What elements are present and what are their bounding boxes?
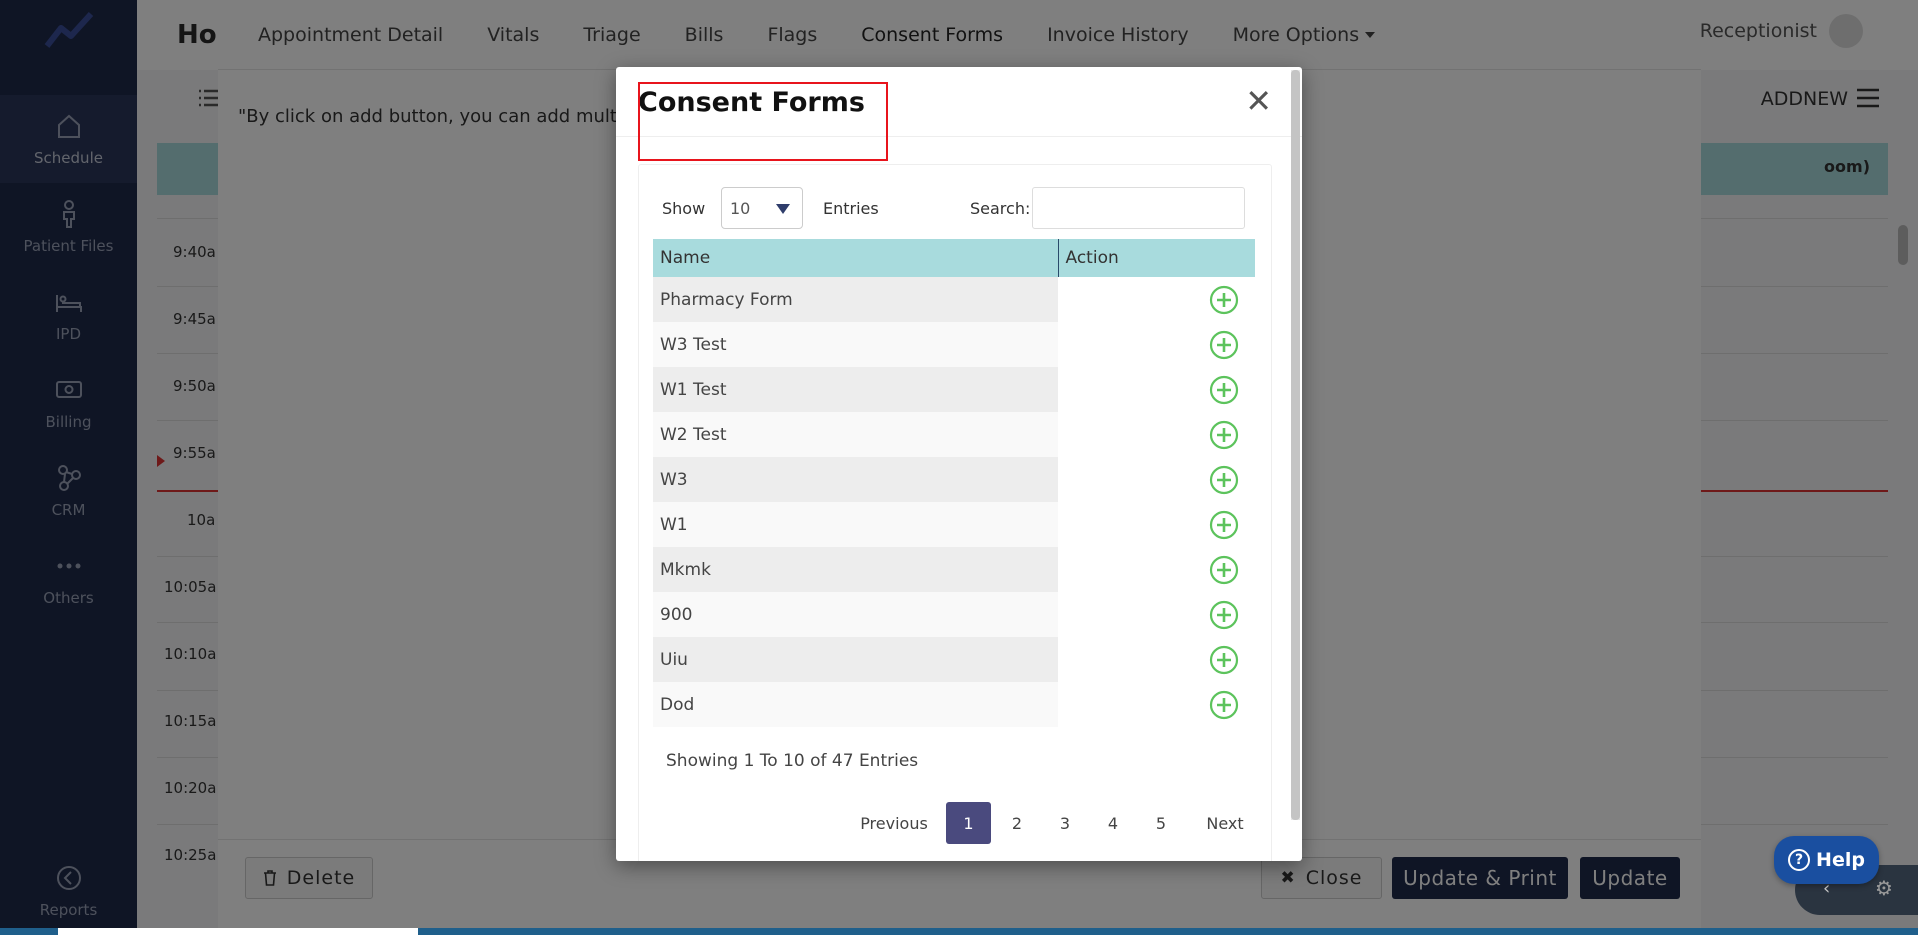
modal-scrollbar[interactable] [1291,70,1300,820]
consent-forms-modal: Consent Forms ✕ Show 10 Entries Search: … [616,67,1302,861]
pagination-next[interactable]: Next [1185,802,1265,844]
form-name-cell: Dod [653,682,1058,727]
pagination-page-5[interactable]: 5 [1137,802,1185,844]
add-circle-icon[interactable] [1209,555,1239,585]
form-name-cell: W3 [653,457,1058,502]
table-row: W1 Test [653,367,1255,412]
add-circle-icon[interactable] [1209,330,1239,360]
search-label: Search: [970,199,1031,218]
action-cell [1058,457,1255,502]
entries-per-page-value: 10 [730,198,751,218]
pagination-page-1[interactable]: 1 [946,802,991,844]
action-cell [1058,502,1255,547]
add-circle-icon[interactable] [1209,645,1239,675]
table-row: 900 [653,592,1255,637]
help-button[interactable]: ? Help [1774,836,1879,884]
table-header-row: Name Action [653,239,1255,277]
scrollbar-thumb[interactable] [1291,70,1300,820]
pagination-info: Showing 1 To 10 of 47 Entries [666,751,919,771]
action-cell [1058,682,1255,727]
action-cell [1058,412,1255,457]
consent-forms-table-card: Show 10 Entries Search: Name Action Phar… [638,164,1272,861]
search-input[interactable] [1032,187,1245,229]
table-controls: Show 10 Entries Search: [639,165,1273,237]
add-circle-icon[interactable] [1209,420,1239,450]
modal-title: Consent Forms [638,87,865,118]
entries-label: Entries [823,199,879,218]
gear-icon[interactable]: ⚙ [1875,876,1893,900]
pagination-page-2[interactable]: 2 [993,802,1041,844]
action-cell [1058,277,1255,322]
help-label: Help [1816,849,1865,871]
show-label: Show [662,199,706,218]
add-circle-icon[interactable] [1209,465,1239,495]
action-cell [1058,637,1255,682]
form-name-cell: Pharmacy Form [653,277,1058,322]
table-row: Pharmacy Form [653,277,1255,322]
table-row: W3 Test [653,322,1255,367]
action-cell [1058,367,1255,412]
form-name-cell: W3 Test [653,322,1058,367]
pagination: Previous 1 2 3 4 5 Next [844,802,1265,844]
table-row: W1 [653,502,1255,547]
dropdown-arrow-icon [776,204,790,214]
form-name-cell: Uiu [653,637,1058,682]
form-name-cell: W2 Test [653,412,1058,457]
table-row: Dod [653,682,1255,727]
entries-per-page-select[interactable]: 10 [721,187,803,229]
column-header-name[interactable]: Name [653,239,1059,277]
taskbar-strip [0,928,1918,935]
form-name-cell: Mkmk [653,547,1058,592]
form-name-cell: 900 [653,592,1058,637]
table-row: Uiu [653,637,1255,682]
help-icon: ? [1788,849,1811,871]
close-icon[interactable]: ✕ [1245,85,1272,117]
table-row: W3 [653,457,1255,502]
add-circle-icon[interactable] [1209,285,1239,315]
pagination-page-4[interactable]: 4 [1089,802,1137,844]
add-circle-icon[interactable] [1209,510,1239,540]
pagination-page-3[interactable]: 3 [1041,802,1089,844]
pagination-previous[interactable]: Previous [844,802,944,844]
form-name-cell: W1 [653,502,1058,547]
table-row: Mkmk [653,547,1255,592]
column-header-action[interactable]: Action [1058,239,1255,277]
table-row: W2 Test [653,412,1255,457]
add-circle-icon[interactable] [1209,690,1239,720]
action-cell [1058,592,1255,637]
add-circle-icon[interactable] [1209,375,1239,405]
add-circle-icon[interactable] [1209,600,1239,630]
modal-header: Consent Forms ✕ [616,67,1302,137]
consent-forms-table: Name Action Pharmacy Form W3 Test W1 Test W… [653,239,1255,727]
action-cell [1058,547,1255,592]
form-name-cell: W1 Test [653,367,1058,412]
action-cell [1058,322,1255,367]
